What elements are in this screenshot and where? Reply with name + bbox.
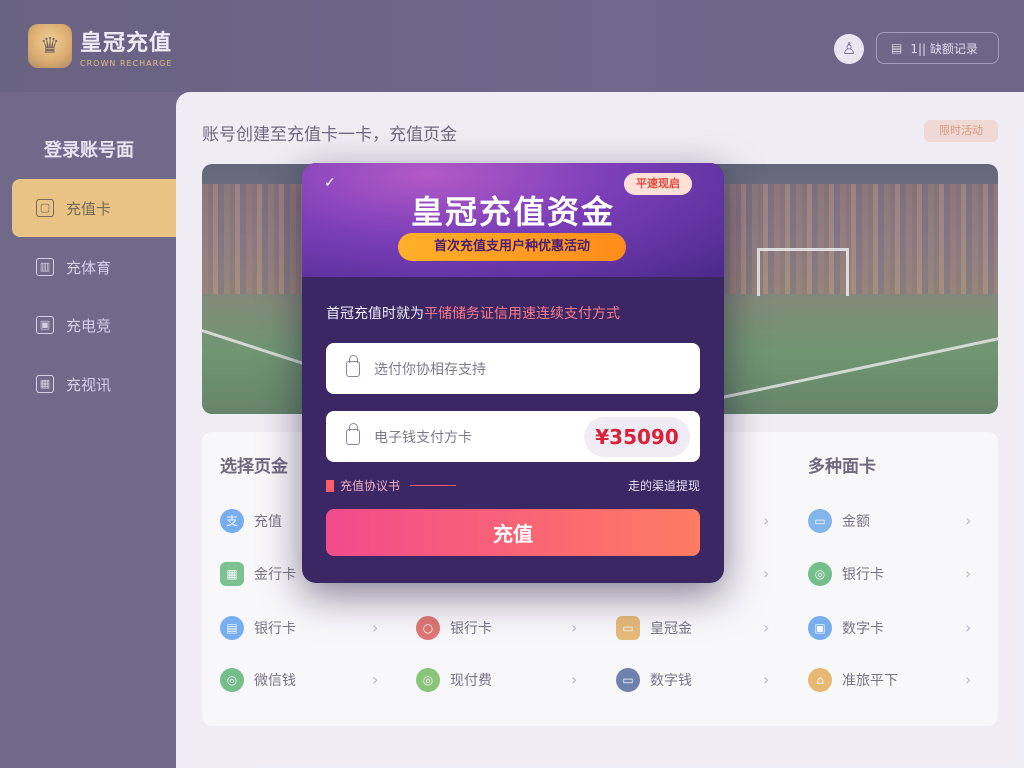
flag-icon — [326, 479, 334, 492]
modal-title: 皇冠充值资金 — [410, 193, 615, 231]
promo-banner: 首次充值支用户种优惠活动 — [398, 233, 626, 261]
lock-icon — [346, 354, 360, 377]
amount-display: ¥35090 — [584, 417, 690, 457]
modal-notice: 首冠充值时就为平储储务证信用速连续支付方式 — [326, 306, 620, 322]
payment-method-placeholder: 选付你协相存支持 — [374, 361, 486, 378]
recharge-modal: ✓ 平速现启 皇冠充值资金 首次充值支用户种优惠活动 首冠充值时就为平储储务证信… — [302, 163, 724, 583]
lock-icon — [346, 422, 360, 445]
recharge-submit-button[interactable]: 充值 — [326, 509, 700, 556]
payment-method-field[interactable]: 选付你协相存支持 — [326, 343, 700, 394]
agreement-link[interactable]: 充值协议书 — [326, 477, 457, 494]
modal-header: ✓ 平速现启 皇冠充值资金 首次充值支用户种优惠活动 — [302, 163, 724, 277]
e-wallet-placeholder: 电子钱支付方卡 — [374, 429, 472, 446]
withdraw-link[interactable]: 走的渠道提现 — [628, 477, 700, 494]
e-wallet-field[interactable]: 电子钱支付方卡 ¥35090 — [326, 411, 700, 462]
